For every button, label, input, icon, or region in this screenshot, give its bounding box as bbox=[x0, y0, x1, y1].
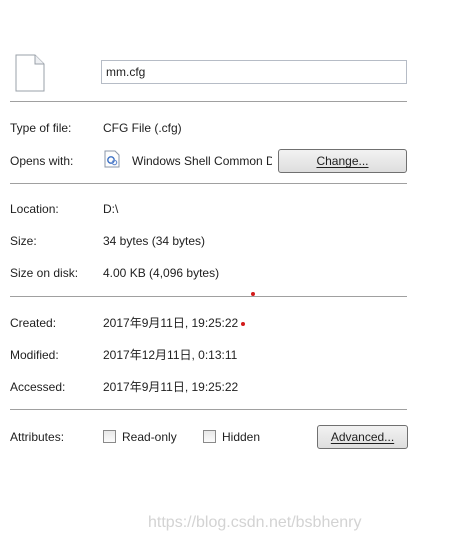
separator bbox=[10, 183, 407, 185]
size-on-disk-value: 4.00 KB (4,096 bytes) bbox=[103, 266, 220, 280]
hidden-label[interactable]: Hidden bbox=[222, 429, 260, 445]
created-value: 2017年9月11日, 19:25:22 bbox=[103, 316, 239, 330]
advanced-button[interactable]: Advanced... bbox=[317, 425, 408, 449]
separator bbox=[10, 101, 407, 103]
read-only-checkbox[interactable] bbox=[103, 430, 116, 443]
separator bbox=[10, 296, 407, 298]
windows-shell-app-icon bbox=[104, 150, 120, 168]
watermark-text: https://blog.csdn.net/bsbhenry bbox=[148, 514, 362, 531]
location-label: Location: bbox=[10, 202, 59, 216]
created-label: Created: bbox=[10, 316, 57, 330]
opens-with-label: Opens with: bbox=[10, 154, 74, 168]
size-value: 34 bytes (34 bytes) bbox=[103, 234, 206, 248]
location-value: D:\ bbox=[103, 202, 119, 216]
attributes-label: Attributes: bbox=[10, 430, 65, 444]
file-name-input[interactable] bbox=[101, 60, 407, 84]
advanced-button-label: Advanced... bbox=[330, 430, 395, 444]
annotation-dot bbox=[241, 322, 245, 326]
accessed-value: 2017年9月11日, 19:25:22 bbox=[103, 380, 239, 394]
type-of-file-value: CFG File (.cfg) bbox=[103, 121, 182, 135]
accessed-label: Accessed: bbox=[10, 380, 66, 394]
hidden-checkbox[interactable] bbox=[203, 430, 216, 443]
separator bbox=[10, 409, 407, 411]
size-on-disk-label: Size on disk: bbox=[10, 266, 79, 280]
modified-value: 2017年12月11日, 0:13:11 bbox=[103, 348, 238, 362]
type-of-file-label: Type of file: bbox=[10, 121, 72, 135]
modified-label: Modified: bbox=[10, 348, 59, 362]
blank-document-icon bbox=[14, 54, 46, 92]
opens-with-value: Windows Shell Common Dll bbox=[132, 154, 272, 168]
change-button[interactable]: Change... bbox=[278, 149, 407, 173]
change-button-label: Change... bbox=[316, 154, 369, 168]
size-label: Size: bbox=[10, 234, 37, 248]
read-only-label[interactable]: Read-only bbox=[122, 429, 177, 445]
